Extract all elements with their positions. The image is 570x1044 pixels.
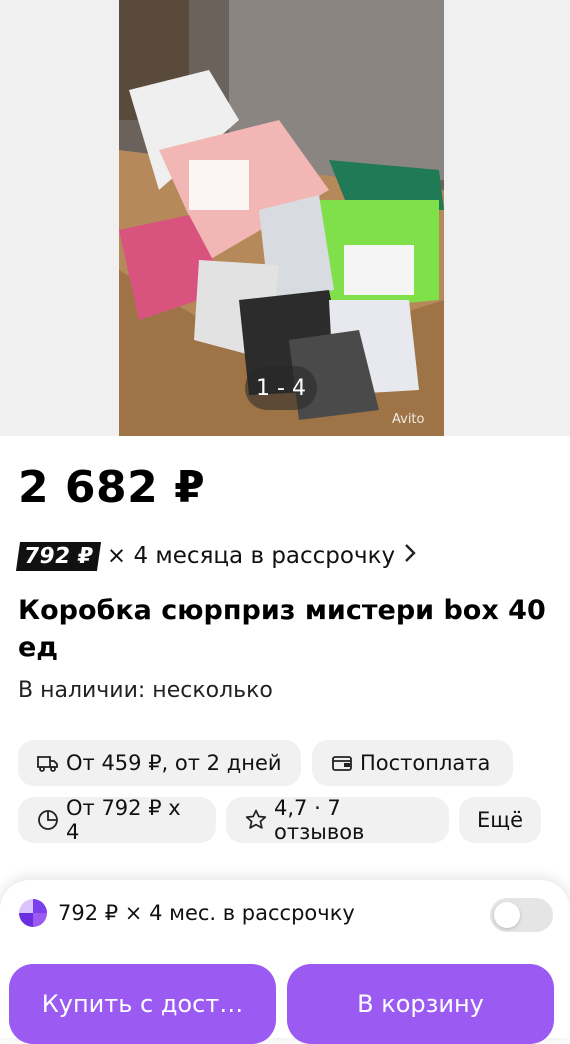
- product-price: 2 682 ₽: [18, 462, 206, 513]
- installment-chip-label: От 792 ₽ x 4: [66, 796, 181, 844]
- image-gallery[interactable]: 1 - 4 Avito: [0, 0, 570, 436]
- rating-chip[interactable]: 4,7 · 7 отзывов: [226, 796, 449, 844]
- chevron-right-icon: [403, 542, 417, 570]
- installment-text: × 4 месяца в рассрочку: [106, 543, 396, 569]
- wallet-icon: [330, 751, 354, 775]
- installment-link[interactable]: 792 ₽ × 4 месяца в рассрочку: [15, 538, 417, 574]
- bottom-installment-row: 792 ₽ × 4 мес. в рассрочку: [18, 898, 355, 928]
- add-to-cart-button[interactable]: В корзину: [287, 964, 554, 1044]
- delivery-chip[interactable]: От 459 ₽, от 2 дней: [18, 740, 301, 786]
- postpay-label: Постоплата: [360, 751, 491, 775]
- more-chip[interactable]: Ещё: [459, 797, 541, 843]
- bottom-installment-text: 792 ₽ × 4 мес. в рассрочку: [58, 901, 355, 925]
- stock-status: В наличии: несколько: [18, 678, 273, 703]
- watermark: Avito: [392, 412, 425, 427]
- pie-chart-icon: [36, 808, 60, 832]
- rating-label: 4,7 · 7 отзывов: [274, 796, 365, 844]
- installment-pie-icon: [18, 898, 48, 928]
- product-title: Коробка сюрприз мистери box 40 ед: [18, 595, 546, 663]
- more-label: Ещё: [477, 808, 523, 832]
- installment-toggle[interactable]: [490, 898, 553, 932]
- image-counter: 1 - 4: [245, 366, 317, 410]
- delivery-label: От 459 ₽, от 2 дней: [66, 751, 282, 775]
- truck-icon: [36, 751, 60, 775]
- star-icon: [244, 808, 268, 832]
- toggle-knob: [494, 902, 520, 928]
- postpay-chip[interactable]: Постоплата: [312, 740, 513, 786]
- buy-with-delivery-button[interactable]: Купить с дост…: [9, 964, 276, 1044]
- installment-badge: 792 ₽: [15, 541, 101, 571]
- installment-chip[interactable]: От 792 ₽ x 4: [18, 796, 216, 844]
